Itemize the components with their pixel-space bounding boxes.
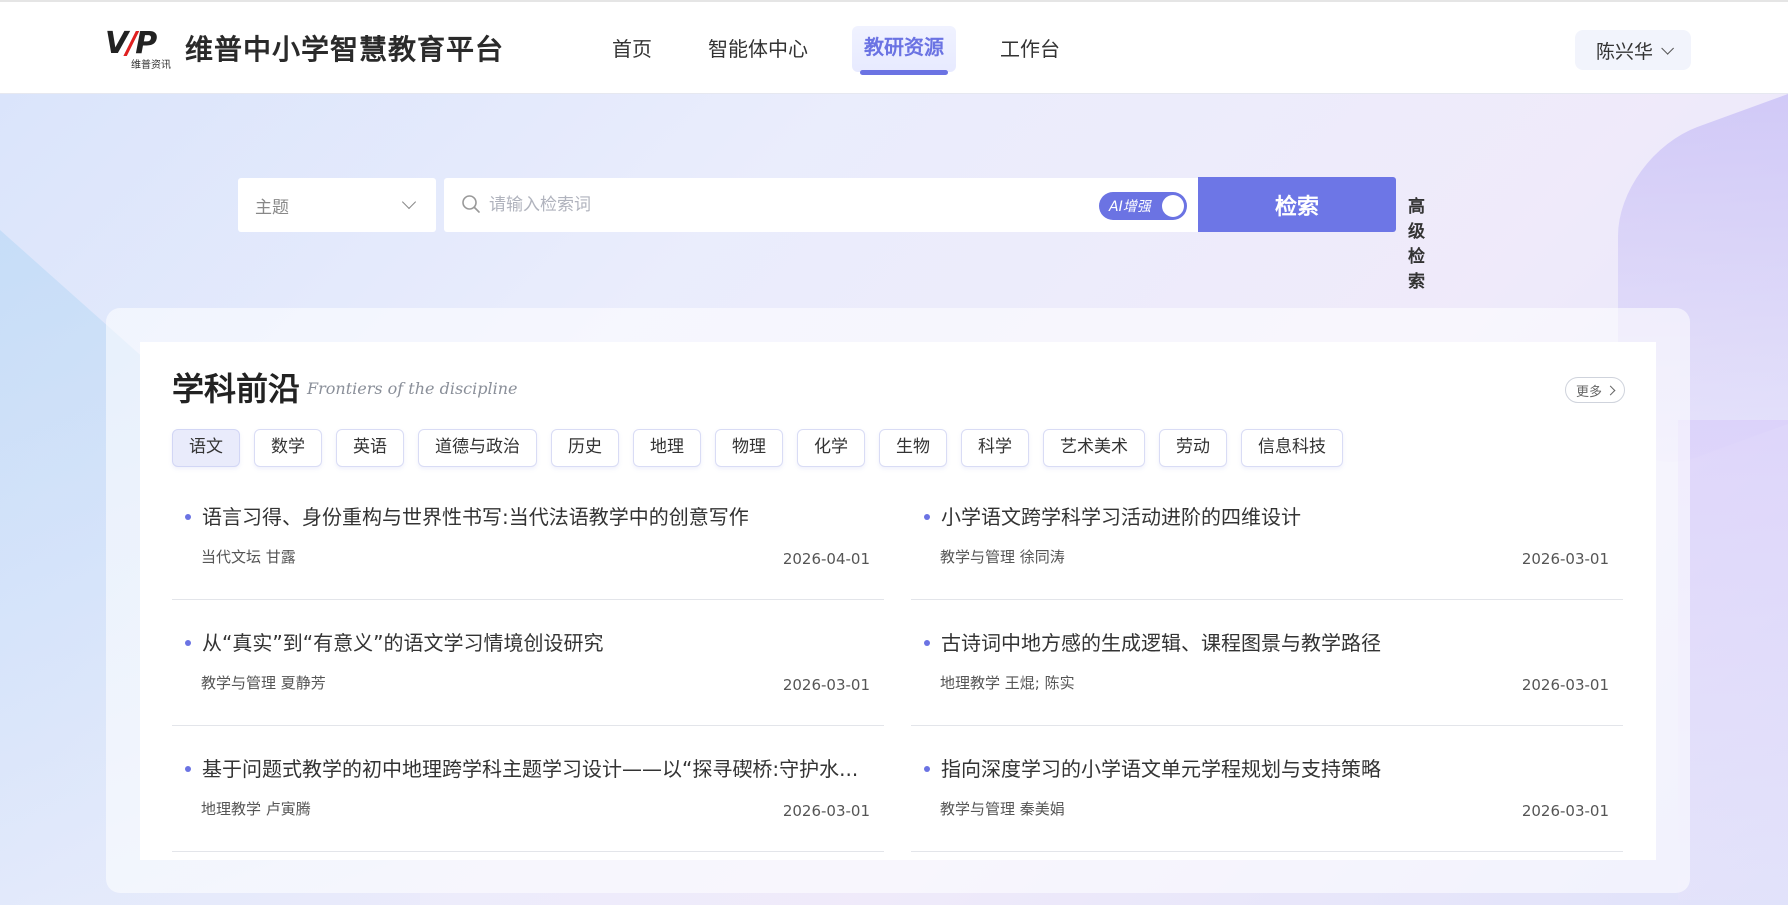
chevron-down-icon — [1661, 41, 1674, 55]
list-item[interactable]: 语言习得、身份重构与世界性书写:当代法语教学中的创意写作 当代文坛 甘露 202… — [172, 488, 884, 600]
background-decoration-right-bottom — [1678, 420, 1788, 900]
search-input[interactable] — [489, 188, 1079, 222]
nav-item-home[interactable]: 首页 — [600, 24, 664, 74]
article-title[interactable]: 指向深度学习的小学语文单元学程规划与支持策略 — [941, 753, 1611, 782]
list-item[interactable]: 古诗词中地方感的生成逻辑、课程图景与教学路径 地理教学 王焜; 陈实 2026-… — [911, 614, 1623, 726]
main-nav: 首页 智能体中心 教研资源 工作台 — [600, 22, 1104, 76]
frontiers-panel: 学科前沿 Frontiers of the discipline 更多 语文 数… — [140, 342, 1656, 860]
subject-tab-science[interactable]: 科学 — [961, 429, 1029, 467]
bullet-dot-icon — [924, 640, 930, 646]
ai-enhance-toggle[interactable]: AI增强 — [1099, 192, 1187, 220]
article-source: 地理教学 王焜; 陈实 — [940, 674, 1075, 692]
user-name: 陈兴华 — [1595, 40, 1653, 63]
article-title[interactable]: 从“真实”到“有意义”的语文学习情境创设研究 — [202, 627, 872, 656]
search-icon — [462, 195, 480, 213]
subject-tab-art[interactable]: 艺术美术 — [1043, 429, 1145, 467]
article-date: 2026-03-01 — [1521, 802, 1609, 820]
topic-select-value: 主题 — [255, 197, 289, 218]
chevron-right-icon — [1605, 385, 1616, 395]
article-title[interactable]: 基于问题式教学的初中地理跨学科主题学习设计——以“探寻碶桥:守护水... — [202, 753, 872, 782]
article-date: 2026-04-01 — [782, 550, 870, 568]
list-item[interactable]: 指向深度学习的小学语文单元学程规划与支持策略 教学与管理 秦美娟 2026-03… — [911, 740, 1623, 852]
ai-enhance-label: AI增强 — [1109, 199, 1151, 215]
bullet-dot-icon — [924, 514, 930, 520]
subject-tab-morality-politics[interactable]: 道德与政治 — [418, 429, 537, 467]
app-title: 维普中小学智慧教育平台 — [185, 33, 505, 66]
more-button[interactable]: 更多 — [1565, 377, 1625, 403]
list-item[interactable]: 基于问题式教学的初中地理跨学科主题学习设计——以“探寻碶桥:守护水... 地理教… — [172, 740, 884, 852]
more-label: 更多 — [1575, 384, 1602, 400]
top-header: V/P 维普资讯 维普中小学智慧教育平台 首页 智能体中心 教研资源 工作台 陈… — [0, 0, 1788, 94]
subject-tab-chemistry[interactable]: 化学 — [797, 429, 865, 467]
article-date: 2026-03-01 — [1521, 550, 1609, 568]
nav-item-workbench[interactable]: 工作台 — [988, 24, 1072, 74]
article-title[interactable]: 古诗词中地方感的生成逻辑、课程图景与教学路径 — [941, 627, 1611, 656]
advanced-search-link[interactable]: 高级检索 — [1408, 192, 1425, 292]
list-item[interactable]: 小学语文跨学科学习活动进阶的四维设计 教学与管理 徐同涛 2026-03-01 — [911, 488, 1623, 600]
section-title: 学科前沿 — [172, 370, 301, 408]
bullet-dot-icon — [924, 766, 930, 772]
subject-tab-chinese[interactable]: 语文 — [172, 429, 240, 467]
bullet-dot-icon — [185, 514, 191, 520]
vip-logo-text: V/P — [105, 26, 157, 61]
subject-tab-it[interactable]: 信息科技 — [1241, 429, 1343, 467]
user-menu[interactable]: 陈兴华 — [1575, 30, 1691, 70]
bullet-dot-icon — [185, 640, 191, 646]
article-title[interactable]: 语言习得、身份重构与世界性书写:当代法语教学中的创意写作 — [202, 501, 872, 530]
article-date: 2026-03-01 — [782, 676, 870, 694]
article-date: 2026-03-01 — [1521, 676, 1609, 694]
article-date: 2026-03-01 — [782, 802, 870, 820]
subject-tab-english[interactable]: 英语 — [336, 429, 404, 467]
article-source: 教学与管理 徐同涛 — [940, 548, 1065, 566]
bullet-dot-icon — [185, 766, 191, 772]
topic-select[interactable]: 主题 — [238, 178, 436, 232]
search-button[interactable]: 检索 — [1198, 177, 1396, 232]
article-source: 当代文坛 甘露 — [201, 548, 296, 566]
chevron-down-icon — [401, 194, 417, 210]
nav-item-teaching-resources[interactable]: 教研资源 — [852, 26, 956, 75]
article-source: 教学与管理 夏静芳 — [201, 674, 326, 692]
vip-logo-mark: V/P 维普资讯 — [105, 26, 175, 72]
article-source: 地理教学 卢寅腾 — [201, 800, 311, 818]
subject-tabs: 语文 数学 英语 道德与政治 历史 地理 物理 化学 生物 科学 艺术美术 劳动… — [172, 429, 1357, 467]
logo-subtext: 维普资讯 — [131, 60, 171, 71]
article-source: 教学与管理 秦美娟 — [940, 800, 1065, 818]
subject-tab-history[interactable]: 历史 — [551, 429, 619, 467]
toggle-knob — [1162, 195, 1184, 217]
section-subtitle: Frontiers of the discipline — [307, 379, 518, 398]
subject-tab-geography[interactable]: 地理 — [633, 429, 701, 467]
nav-item-agent-center[interactable]: 智能体中心 — [696, 24, 820, 74]
subject-tab-physics[interactable]: 物理 — [715, 429, 783, 467]
subject-tab-labor[interactable]: 劳动 — [1159, 429, 1227, 467]
list-item[interactable]: 从“真实”到“有意义”的语文学习情境创设研究 教学与管理 夏静芳 2026-03… — [172, 614, 884, 726]
logo[interactable]: V/P 维普资讯 维普中小学智慧教育平台 — [105, 26, 505, 72]
subject-tab-biology[interactable]: 生物 — [879, 429, 947, 467]
subject-tab-math[interactable]: 数学 — [254, 429, 322, 467]
search-box: AI增强 — [444, 178, 1198, 232]
article-title[interactable]: 小学语文跨学科学习活动进阶的四维设计 — [941, 501, 1611, 530]
